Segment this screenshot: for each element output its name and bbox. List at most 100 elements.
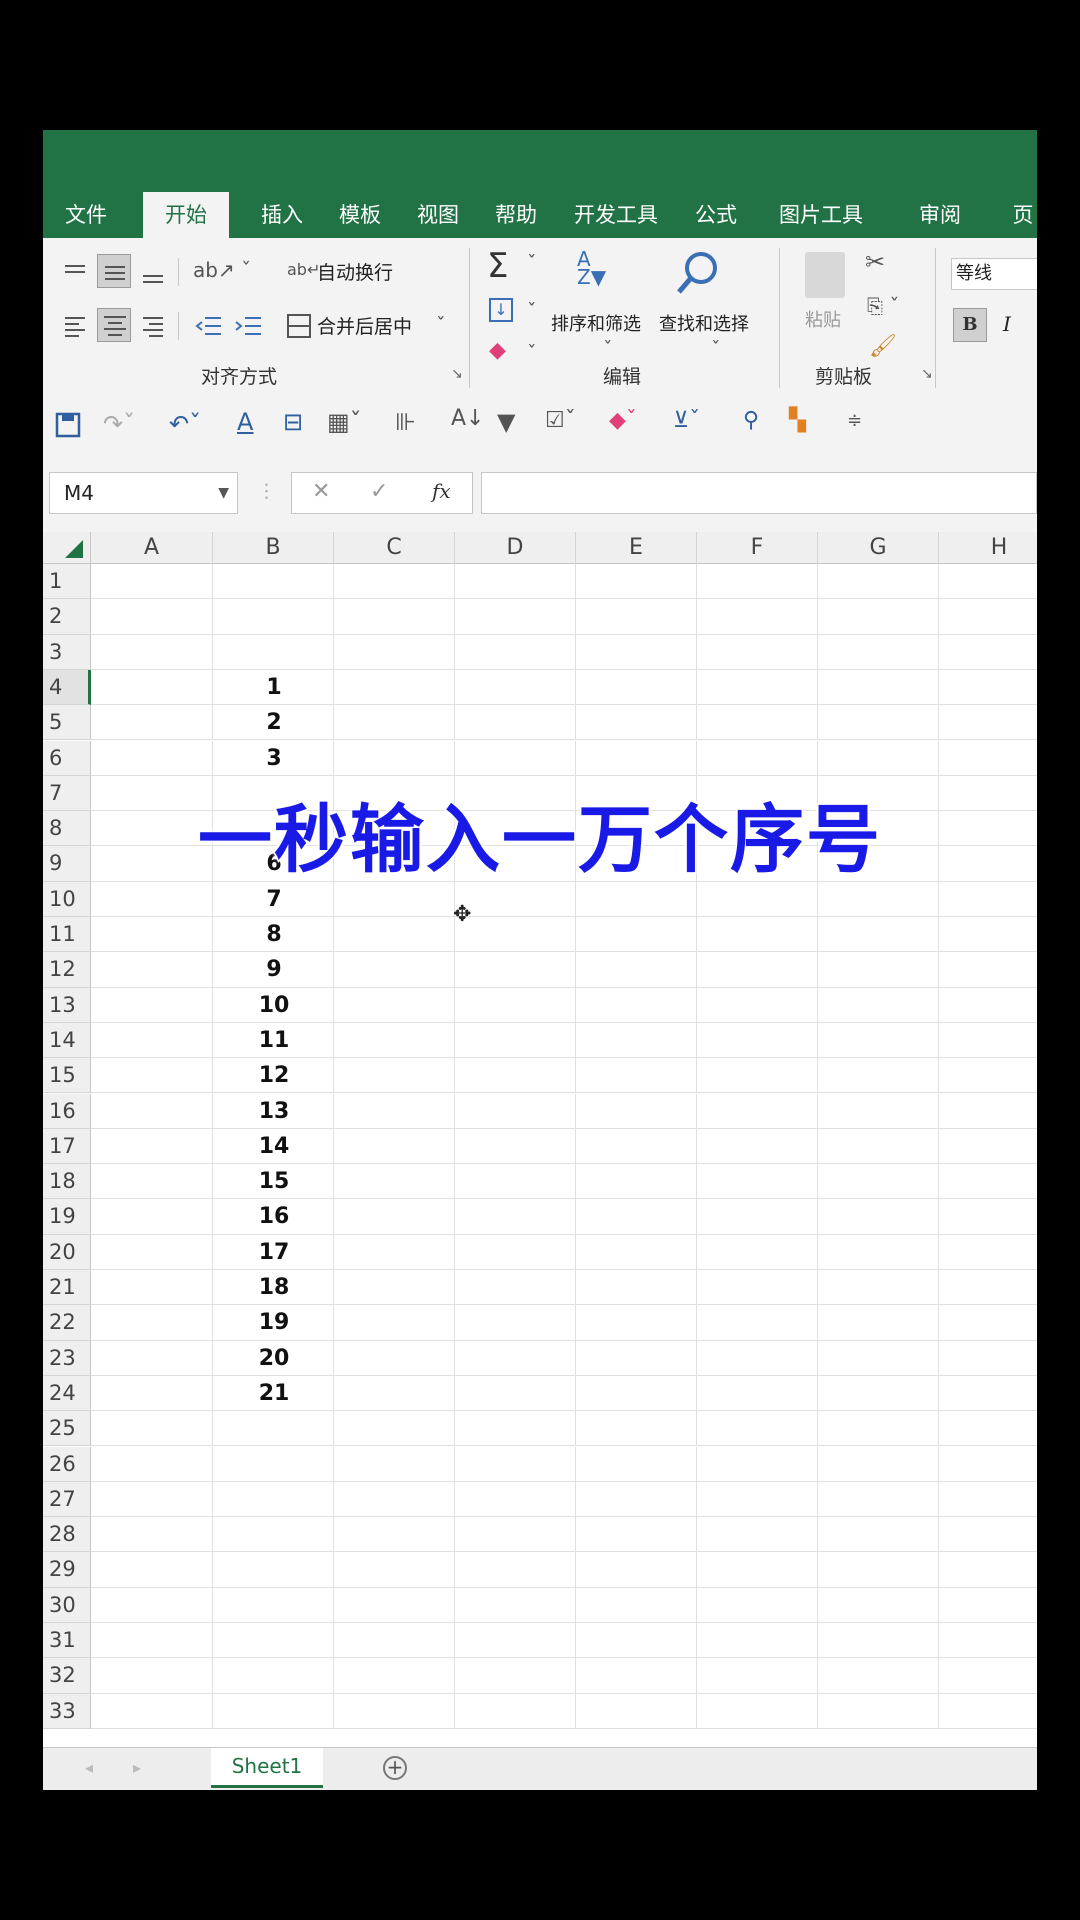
column-header-D[interactable]: D (455, 532, 576, 564)
cell[interactable] (334, 1164, 455, 1200)
cell-b5[interactable]: 2 (214, 705, 334, 740)
cell[interactable] (455, 1340, 576, 1376)
align-left-icon[interactable] (61, 312, 89, 340)
cell[interactable] (939, 635, 1037, 670)
cell-b16[interactable]: 13 (214, 1094, 334, 1129)
insert-function-button[interactable]: fx (432, 479, 451, 503)
cell[interactable] (91, 1587, 213, 1623)
cell[interactable] (576, 669, 697, 706)
column-header-E[interactable]: E (576, 532, 697, 564)
cell[interactable] (939, 1094, 1037, 1129)
cell[interactable] (939, 1376, 1037, 1412)
cell-b4[interactable]: 1 (214, 670, 334, 705)
scroll-right-icon[interactable]: ▸ (133, 1758, 141, 1777)
cell[interactable] (697, 1517, 818, 1553)
row-header-16[interactable]: 16 (43, 1093, 91, 1129)
cell[interactable] (939, 1658, 1037, 1694)
cell-b18[interactable]: 15 (214, 1164, 334, 1199)
cell[interactable] (91, 1481, 213, 1518)
tab-0[interactable]: 文件 (43, 192, 129, 238)
cut-icon[interactable]: ✂ (865, 248, 885, 276)
cell[interactable] (939, 1447, 1037, 1482)
cell[interactable] (576, 952, 697, 988)
cell-b20[interactable]: 17 (214, 1235, 334, 1270)
cell-b14[interactable]: 11 (214, 1023, 334, 1058)
cell[interactable] (91, 1305, 213, 1341)
cell[interactable] (697, 1446, 818, 1482)
cell[interactable] (818, 1234, 939, 1270)
cell[interactable] (213, 1552, 334, 1588)
cell[interactable] (818, 1022, 939, 1059)
cell[interactable] (91, 1270, 213, 1306)
cell[interactable] (818, 634, 939, 670)
cell[interactable] (334, 634, 455, 670)
cell-b12[interactable]: 9 (214, 952, 334, 987)
cell[interactable] (697, 705, 818, 741)
clipboard-dialog-launcher-icon[interactable]: ↘ (921, 366, 933, 382)
cell[interactable] (818, 1693, 939, 1729)
cell[interactable] (697, 1093, 818, 1129)
cell[interactable] (91, 669, 213, 706)
cell[interactable] (91, 599, 213, 635)
column-header-H[interactable]: H (939, 532, 1037, 564)
cell[interactable] (939, 1164, 1037, 1200)
cell-b19[interactable]: 16 (214, 1199, 334, 1234)
cell[interactable] (455, 1587, 576, 1623)
cell-b21[interactable]: 18 (214, 1270, 334, 1305)
cell[interactable] (576, 1517, 697, 1553)
row-header-15[interactable]: 15 (43, 1058, 91, 1094)
cell[interactable] (91, 1340, 213, 1376)
wrap-text-icon[interactable]: ab↵ (287, 260, 320, 279)
cell[interactable] (91, 1128, 213, 1165)
cell[interactable] (334, 564, 455, 600)
find-select-dropdown-icon[interactable]: ˇ (711, 338, 721, 360)
cell[interactable] (334, 1446, 455, 1482)
cell[interactable] (939, 705, 1037, 741)
cell[interactable] (455, 1270, 576, 1306)
cell[interactable] (91, 1234, 213, 1270)
cell[interactable] (455, 1411, 576, 1447)
align-top-icon[interactable] (61, 262, 89, 284)
cell[interactable] (576, 1340, 697, 1376)
cell[interactable] (576, 1693, 697, 1729)
clear-icon[interactable]: ◆ (489, 338, 506, 363)
cell[interactable] (576, 1446, 697, 1482)
cell[interactable] (576, 599, 697, 635)
cell[interactable] (455, 1022, 576, 1059)
cell[interactable] (818, 1517, 939, 1553)
formula-input[interactable] (481, 472, 1037, 514)
cell[interactable] (818, 1658, 939, 1694)
cell[interactable] (818, 705, 939, 741)
column-header-B[interactable]: B (213, 532, 334, 564)
cell[interactable] (334, 987, 455, 1023)
search-icon[interactable]: ⚲ (743, 408, 759, 433)
cell[interactable] (455, 634, 576, 670)
tab-2[interactable]: 插入 (243, 192, 321, 238)
cell[interactable] (818, 1623, 939, 1659)
cell[interactable] (334, 1022, 455, 1059)
cell[interactable] (939, 1235, 1037, 1270)
cell-b6[interactable]: 3 (214, 741, 334, 776)
cell[interactable] (939, 1023, 1037, 1059)
cell[interactable] (818, 952, 939, 988)
cell[interactable] (455, 1481, 576, 1518)
cell[interactable] (697, 1305, 818, 1341)
cell[interactable] (697, 1481, 818, 1518)
cell[interactable] (91, 1058, 213, 1094)
cell[interactable] (939, 1270, 1037, 1306)
align-right-icon[interactable] (139, 312, 167, 340)
cell[interactable] (818, 1093, 939, 1129)
sort-filter-button[interactable]: 排序和筛选 (551, 310, 641, 336)
merge-dropdown-icon[interactable]: ˇ (436, 314, 446, 336)
cell[interactable] (939, 988, 1037, 1023)
cell[interactable] (939, 1411, 1037, 1447)
cell[interactable] (213, 564, 334, 600)
cell[interactable] (697, 1375, 818, 1412)
cell[interactable] (334, 1058, 455, 1094)
cell[interactable] (576, 1234, 697, 1270)
cell[interactable] (939, 564, 1037, 600)
cell[interactable] (213, 599, 334, 635)
tab-7[interactable]: 公式 (677, 192, 755, 238)
row-header-14[interactable]: 14 (43, 1022, 91, 1059)
cell[interactable] (334, 1623, 455, 1659)
